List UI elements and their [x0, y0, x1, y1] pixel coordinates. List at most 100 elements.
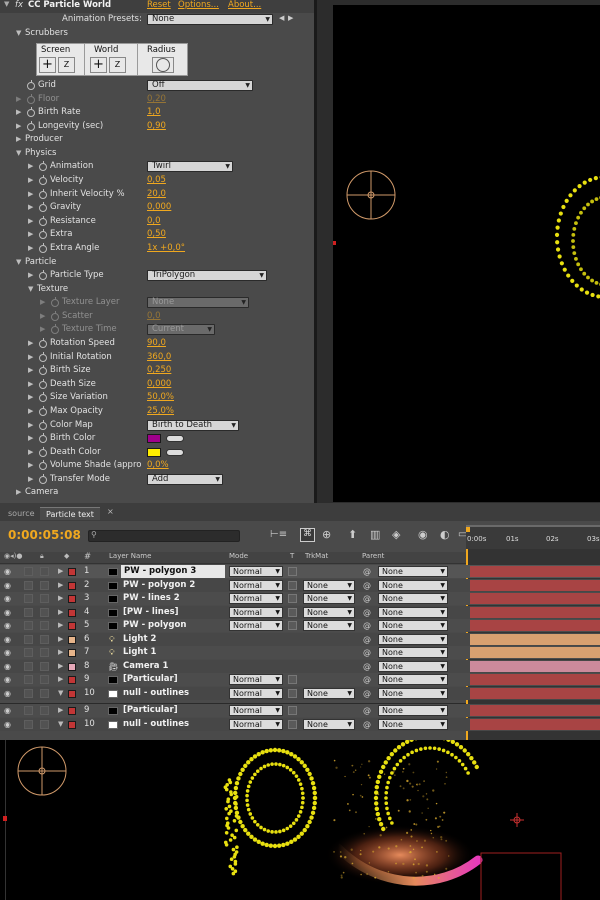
- layer-row[interactable]: ◉▼10null - outlinesNormalNone@None: [0, 687, 600, 700]
- expand-triangle-icon[interactable]: ▶: [40, 310, 45, 324]
- property-value[interactable]: 1,0: [147, 106, 161, 120]
- stopwatch-icon[interactable]: [39, 177, 47, 185]
- layer-row[interactable]: ◉ ▶ 7 💡︎ Light 1 @ None: [0, 646, 600, 659]
- time-ruler[interactable]: 0:00s 01s 02s 03s: [466, 525, 600, 549]
- expand-triangle-icon[interactable]: ▶: [28, 160, 33, 174]
- parent-dropdown[interactable]: None: [378, 661, 448, 672]
- eye-icon[interactable]: ◉: [4, 565, 11, 578]
- collapse-triangle-icon[interactable]: ▼: [16, 147, 21, 161]
- brainstorm-icon[interactable]: ◈: [392, 528, 400, 541]
- eyedropper-icon[interactable]: [166, 449, 184, 456]
- stopwatch-icon[interactable]: [39, 408, 47, 416]
- shy-layers-icon[interactable]: ⊕: [322, 528, 331, 541]
- trkmat-dropdown[interactable]: None: [303, 607, 355, 618]
- preserve-transparency-toggle[interactable]: [288, 706, 297, 715]
- expand-triangle-icon[interactable]: ▶: [16, 120, 21, 134]
- expand-triangle-icon[interactable]: ▶: [58, 606, 63, 619]
- av-features-icon[interactable]: ◉◂)●: [4, 552, 22, 560]
- preserve-transparency-toggle[interactable]: [288, 689, 297, 698]
- layer-row[interactable]: ◉ ▶ 9 [Particular] Normal @ None: [0, 704, 600, 717]
- eye-icon[interactable]: ◉: [4, 718, 11, 731]
- stopwatch-icon[interactable]: [27, 82, 35, 90]
- stopwatch-icon[interactable]: [39, 367, 47, 375]
- preserve-transparency-toggle[interactable]: [288, 581, 297, 590]
- stopwatch-icon[interactable]: [39, 422, 47, 430]
- layer-duration-bar[interactable]: [470, 593, 600, 604]
- property-physics[interactable]: ▼ Physics: [0, 147, 312, 161]
- eye-icon[interactable]: ◉: [4, 606, 11, 619]
- expand-triangle-icon[interactable]: ▶: [16, 93, 21, 107]
- pick-whip-icon[interactable]: @: [363, 704, 371, 717]
- preserve-transparency-toggle[interactable]: [288, 594, 297, 603]
- eye-icon[interactable]: ◉: [4, 660, 11, 673]
- property-value[interactable]: 0,000: [147, 201, 171, 215]
- audio-toggle[interactable]: [24, 608, 33, 617]
- viewer-canvas[interactable]: [333, 5, 600, 502]
- tab-particle-text[interactable]: Particle text: [40, 507, 100, 520]
- pick-whip-icon[interactable]: @: [363, 633, 371, 646]
- expand-triangle-icon[interactable]: ▶: [28, 269, 33, 283]
- audio-toggle[interactable]: [24, 567, 33, 576]
- audio-toggle[interactable]: [24, 594, 33, 603]
- label-color-swatch[interactable]: [68, 690, 76, 698]
- expand-triangle-icon[interactable]: ▶: [28, 201, 33, 215]
- property-value[interactable]: 0,0: [147, 215, 161, 229]
- expand-triangle-icon[interactable]: ▶: [58, 633, 63, 646]
- expand-triangle-icon[interactable]: ▶: [58, 660, 63, 673]
- composition-mini-flowchart-icon[interactable]: ⊢≡: [270, 529, 287, 540]
- parent-dropdown[interactable]: None: [378, 580, 448, 591]
- expand-triangle-icon[interactable]: ▶: [40, 296, 45, 310]
- auto-keyframe-icon[interactable]: ◐: [440, 528, 450, 541]
- stopwatch-icon[interactable]: [39, 204, 47, 212]
- property-value[interactable]: 20,0: [147, 188, 166, 202]
- collapse-triangle-icon[interactable]: ▼: [4, 0, 9, 8]
- stopwatch-icon[interactable]: [27, 109, 35, 117]
- stopwatch-icon[interactable]: [39, 163, 47, 171]
- label-color-swatch[interactable]: [68, 568, 76, 576]
- layer-row[interactable]: ◉ ▶ 2 PW - polygon 2 Normal None @ None: [0, 579, 600, 592]
- header-t[interactable]: T: [290, 552, 294, 560]
- lock-toggle[interactable]: [40, 648, 49, 657]
- property-value[interactable]: 50,0%: [147, 391, 174, 405]
- about-link[interactable]: About...: [228, 0, 261, 10]
- trkmat-dropdown[interactable]: None: [303, 620, 355, 631]
- world-move-crosshair-icon[interactable]: +: [90, 57, 107, 73]
- label-icon[interactable]: ◆: [64, 552, 69, 560]
- property-dropdown[interactable]: Twirl: [147, 161, 233, 172]
- stopwatch-icon[interactable]: [39, 435, 47, 443]
- audio-toggle[interactable]: [24, 720, 33, 729]
- pick-whip-icon[interactable]: @: [363, 565, 371, 578]
- expand-triangle-icon[interactable]: ▼: [58, 718, 63, 731]
- layer-name[interactable]: null - outlines: [123, 718, 189, 731]
- eyedropper-icon[interactable]: [166, 435, 184, 442]
- layer-duration-bar[interactable]: [470, 688, 600, 699]
- preserve-transparency-toggle[interactable]: [288, 567, 297, 576]
- layer-row[interactable]: ◉▶3PW - lines 2NormalNone@None: [0, 592, 600, 605]
- property-value[interactable]: 0,20: [147, 93, 166, 107]
- fx-badge[interactable]: fx: [15, 0, 23, 10]
- lock-toggle[interactable]: [40, 675, 49, 684]
- expand-triangle-icon[interactable]: ▶: [58, 619, 63, 632]
- eye-icon[interactable]: ◉: [4, 592, 11, 605]
- parent-dropdown[interactable]: None: [378, 607, 448, 618]
- blend-mode-dropdown[interactable]: Normal: [229, 593, 283, 604]
- expand-triangle-icon[interactable]: ▼: [16, 27, 21, 41]
- audio-toggle[interactable]: [24, 675, 33, 684]
- expand-triangle-icon[interactable]: ▶: [28, 459, 33, 473]
- label-color-swatch[interactable]: [68, 707, 76, 715]
- property-dropdown[interactable]: Current: [147, 324, 215, 335]
- parent-dropdown[interactable]: None: [378, 634, 448, 645]
- motion-blur-icon[interactable]: ▥: [370, 528, 380, 541]
- expand-triangle-icon[interactable]: ▶: [28, 378, 33, 392]
- label-color-swatch[interactable]: [68, 676, 76, 684]
- audio-toggle[interactable]: [24, 581, 33, 590]
- stopwatch-icon[interactable]: [51, 313, 59, 321]
- stopwatch-icon[interactable]: [39, 340, 47, 348]
- expand-triangle-icon[interactable]: ▶: [28, 215, 33, 229]
- pick-whip-icon[interactable]: @: [363, 646, 371, 659]
- expand-triangle-icon[interactable]: ▶: [16, 133, 21, 147]
- layer-duration-bar[interactable]: [470, 719, 600, 730]
- eye-icon[interactable]: ◉: [4, 687, 11, 700]
- parent-dropdown[interactable]: None: [378, 719, 448, 730]
- label-color-swatch[interactable]: [68, 636, 76, 644]
